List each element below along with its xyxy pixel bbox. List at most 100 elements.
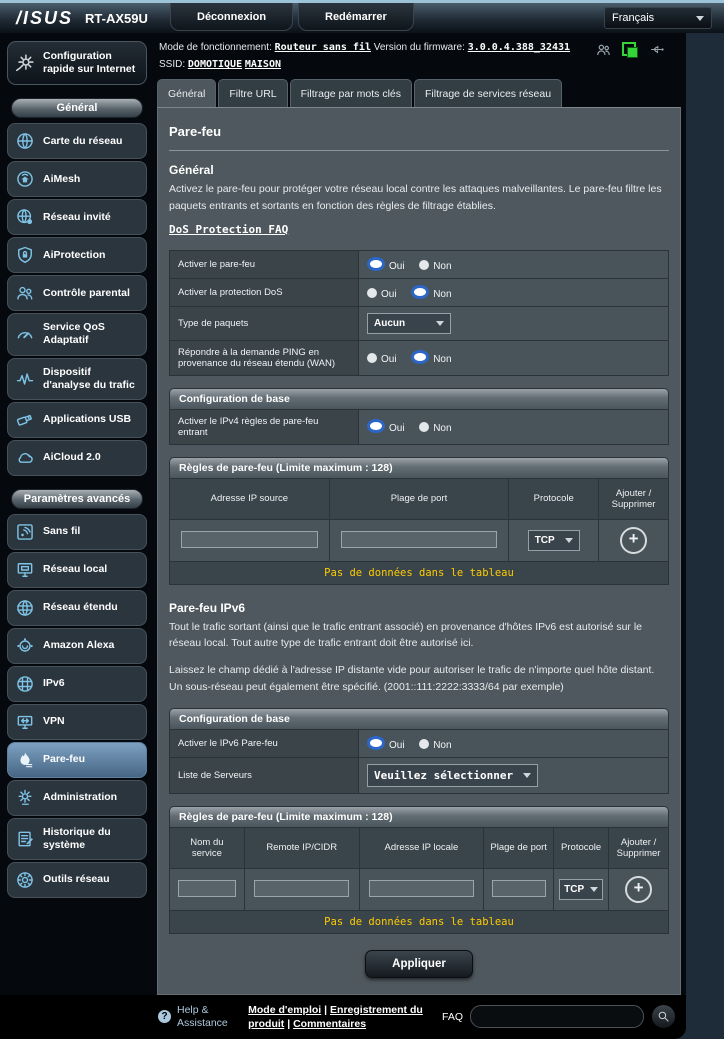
firmware-version-link[interactable]: 3.0.0.4.388_32431 <box>468 42 570 53</box>
ping-wan-no-radio[interactable] <box>411 350 429 364</box>
source-ip-input[interactable] <box>181 531 318 548</box>
sidebar-item-label: Applications USB <box>43 413 131 426</box>
table-row: Répondre à la demande PING en provenance… <box>170 340 669 375</box>
tab-general[interactable]: Général <box>157 79 216 107</box>
packet-type-label: Type de paquets <box>170 306 359 340</box>
sidebar-item-aicloud[interactable]: AiCloud 2.0 <box>7 440 147 476</box>
add-rule-button[interactable]: + <box>620 527 647 554</box>
table-row: Type de paquets Aucun <box>170 306 669 340</box>
traffic-analyzer-icon <box>15 369 35 389</box>
chevron-down-icon <box>565 538 573 543</box>
enable-firewall-no-radio[interactable] <box>419 260 429 270</box>
sidebar-item-lan[interactable]: Réseau local <box>7 552 147 588</box>
service-name-input[interactable] <box>178 880 237 897</box>
sidebar-item-administration[interactable]: Administration <box>7 780 147 816</box>
operation-mode-label: Mode de fonctionnement: <box>159 42 272 53</box>
faq-search-input[interactable] <box>470 1005 644 1028</box>
ipv6-icon <box>15 674 35 694</box>
col-protocol: Protocole <box>509 478 599 519</box>
table-row: Pas de données dans le tableau <box>170 561 669 584</box>
apply-button[interactable]: Appliquer <box>365 950 473 978</box>
port-range-input[interactable] <box>341 531 496 548</box>
usb-status-icon[interactable] <box>648 42 667 57</box>
tab-bar: Général Filtre URL Filtrage par mots clé… <box>157 79 681 107</box>
protocol-select[interactable]: TCP <box>528 530 580 551</box>
enable-dos-yes-radio[interactable] <box>367 288 377 298</box>
content-area: Mode de fonctionnement: Routeur sans fil… <box>150 33 686 995</box>
sidebar-item-vpn[interactable]: VPN <box>7 704 147 740</box>
guest-network-icon <box>15 207 35 227</box>
sidebar-item-adaptive-qos[interactable]: Service QoS Adaptatif <box>7 313 147 355</box>
port-range-input[interactable] <box>492 880 546 897</box>
packet-type-value: Aucun <box>374 318 405 329</box>
sidebar-item-amazon-alexa[interactable]: Amazon Alexa <box>7 628 147 664</box>
enable-dos-no-radio[interactable] <box>411 285 429 299</box>
ipv6-enable-no-radio[interactable] <box>419 739 429 749</box>
sidebar-item-aimesh[interactable]: AiMesh <box>7 161 147 197</box>
footer-links: Mode d'emploi | Enregistrement du produi… <box>248 1003 442 1031</box>
remote-ip-input[interactable] <box>254 880 349 897</box>
internet-status-icon[interactable] <box>622 42 638 58</box>
sidebar-item-aiprotection[interactable]: AiProtection <box>7 237 147 273</box>
ssid-link-2[interactable]: MAISON <box>245 59 281 70</box>
sidebar-item-traffic-analyzer[interactable]: Dispositif d'analyse du trafic <box>7 358 147 400</box>
ipv4-rules-table: Adresse IP source Plage de port Protocol… <box>169 478 669 585</box>
table-row: Activer le pare-feu Oui Non <box>170 250 669 278</box>
ipv6-protocol-select[interactable]: TCP <box>559 879 603 900</box>
server-list-select[interactable]: Veuillez sélectionner <box>367 764 538 787</box>
radio-no-label: Non <box>433 261 451 272</box>
operation-mode-link[interactable]: Routeur sans fil <box>275 42 371 53</box>
tab-url-filter[interactable]: Filtre URL <box>218 79 287 107</box>
radio-yes-label: Oui <box>389 261 405 272</box>
radio-yes-label: Oui <box>389 740 405 751</box>
logout-button[interactable]: Déconnexion <box>170 3 293 31</box>
tab-network-services-filter[interactable]: Filtrage de services réseau <box>414 79 562 107</box>
col-source-ip: Adresse IP source <box>170 478 330 519</box>
table-row: Pas de données dans le tableau <box>170 910 669 933</box>
packet-type-select[interactable]: Aucun <box>367 313 451 334</box>
enable-firewall-yes-radio[interactable] <box>367 257 385 271</box>
help-assistance-link[interactable]: ? Help & Assistance <box>158 1004 238 1029</box>
faq-search: FAQ <box>442 1004 676 1029</box>
network-tools-icon <box>15 870 35 890</box>
sidebar-item-firewall[interactable]: Pare-feu <box>7 742 147 778</box>
sidebar-item-parental-control[interactable]: Contrôle parental <box>7 275 147 311</box>
enable-firewall-label: Activer le pare-feu <box>170 250 359 278</box>
ipv6-basic-config-header: Configuration de base <box>169 708 669 729</box>
feedback-link[interactable]: Commentaires <box>293 1018 366 1030</box>
quick-setup-button[interactable]: Configuration rapide sur Internet <box>7 41 147 85</box>
ipv4-inbound-yes-radio[interactable] <box>367 419 385 433</box>
sidebar-item-usb-applications[interactable]: Applications USB <box>7 402 147 438</box>
ipv6-enable-label: Activer le IPv6 Pare-feu <box>170 729 359 757</box>
server-list-value: Veuillez sélectionner <box>374 769 513 782</box>
ssid-link-1[interactable]: DOMOTIQUE <box>188 59 242 70</box>
sidebar-item-system-log[interactable]: Historique du système <box>7 818 147 860</box>
sidebar-item-guest-network[interactable]: Réseau invité <box>7 199 147 235</box>
sidebar-item-network-tools[interactable]: Outils réseau <box>7 862 147 898</box>
manual-link[interactable]: Mode d'emploi <box>248 1004 321 1016</box>
language-selector[interactable]: Français <box>604 7 712 29</box>
dos-faq-link[interactable]: DoS Protection FAQ <box>169 223 288 236</box>
table-row: TCP + <box>170 868 669 910</box>
sidebar-item-network-map[interactable]: Carte du réseau <box>7 123 147 159</box>
ipv4-inbound-no-radio[interactable] <box>419 422 429 432</box>
empty-table-message: Pas de données dans le tableau <box>170 910 669 933</box>
sidebar-item-label: Réseau étendu <box>43 601 118 614</box>
general-settings-table: Activer le pare-feu Oui Non Activer la p… <box>169 250 669 376</box>
sidebar-item-ipv6[interactable]: IPv6 <box>7 666 147 702</box>
sidebar-item-wan[interactable]: Réseau étendu <box>7 590 147 626</box>
faq-search-button[interactable] <box>651 1004 676 1029</box>
add-ipv6-rule-button[interactable]: + <box>625 876 652 903</box>
sidebar: Configuration rapide sur Internet Généra… <box>0 33 150 995</box>
ipv4-inbound-label: Activer le IPv4 règles de pare-feu entra… <box>170 409 359 444</box>
local-ip-input[interactable] <box>369 880 474 897</box>
clients-icon[interactable] <box>595 41 612 58</box>
ping-wan-yes-radio[interactable] <box>367 353 377 363</box>
wan-icon <box>15 598 35 618</box>
sidebar-item-wireless[interactable]: Sans fil <box>7 514 147 550</box>
reboot-button[interactable]: Redémarrer <box>298 3 414 31</box>
help-assistance-label: Help & Assistance <box>177 1004 238 1029</box>
ipv6-enable-yes-radio[interactable] <box>367 736 385 750</box>
ipv6-section-heading: Pare-feu IPv6 <box>169 601 669 615</box>
tab-keyword-filter[interactable]: Filtrage par mots clés <box>290 79 412 107</box>
